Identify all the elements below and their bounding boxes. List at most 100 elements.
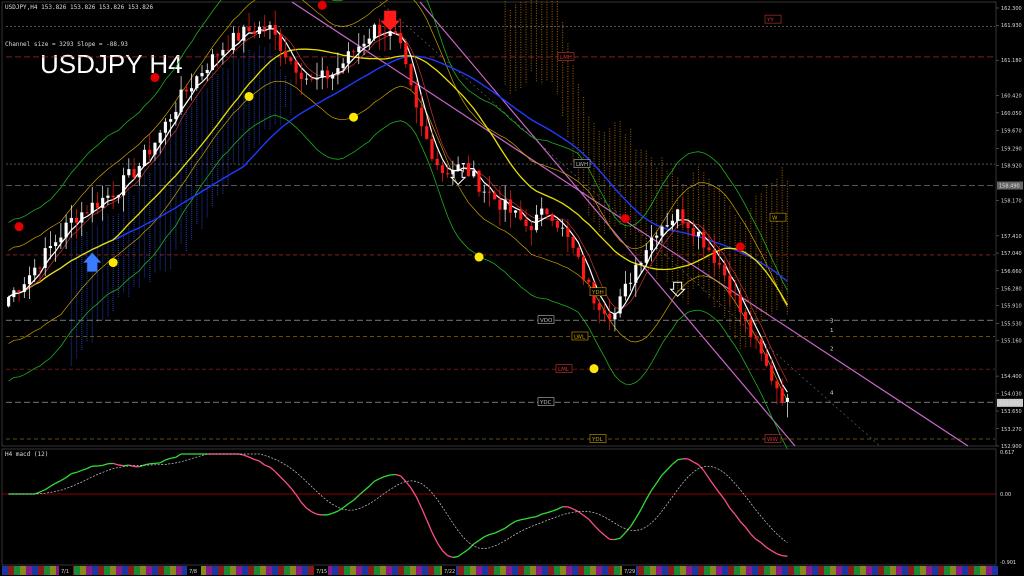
date-strip-cell xyxy=(572,566,578,575)
macd-line-segment xyxy=(170,456,176,459)
candle-body xyxy=(430,138,434,159)
date-strip-cell xyxy=(800,566,806,575)
sell-signal-icon xyxy=(317,0,327,10)
candle-body xyxy=(336,68,340,75)
candle-body xyxy=(90,202,94,214)
date-strip-cell xyxy=(854,566,860,575)
date-strip-cell xyxy=(266,566,272,575)
candle-body xyxy=(482,191,486,193)
date-strip-cell xyxy=(500,566,506,575)
date-strip-cell xyxy=(974,566,980,575)
candle-body xyxy=(446,173,450,175)
candle-body xyxy=(284,50,288,58)
candle-body xyxy=(780,388,784,402)
date-strip-cell xyxy=(242,566,248,575)
date-strip-cell xyxy=(224,566,230,575)
candle-body xyxy=(346,51,350,64)
channel-number: 4 xyxy=(830,391,834,397)
date-strip-cell xyxy=(374,566,380,575)
candle-body xyxy=(613,313,617,320)
candle-body xyxy=(498,199,502,210)
candle-body xyxy=(524,219,528,227)
candle-body xyxy=(200,73,204,77)
candle-body xyxy=(289,57,293,62)
date-strip-cell xyxy=(116,566,122,575)
date-strip-cell xyxy=(812,566,818,575)
channel-info: Channel size = 3293 Slope = -88.93 xyxy=(5,41,128,48)
date-strip-cell xyxy=(410,566,416,575)
date-strip-cell xyxy=(710,566,716,575)
macd-line-segment xyxy=(154,462,161,465)
candle-body xyxy=(69,217,73,223)
highlight-price-label: 158.490 xyxy=(999,184,1020,190)
date-strip-cell xyxy=(848,566,854,575)
date-strip-cell xyxy=(20,566,26,575)
date-strip-cell xyxy=(128,566,134,575)
date-strip-cell xyxy=(284,566,290,575)
date-strip-cell xyxy=(542,566,548,575)
candle-body xyxy=(226,49,230,51)
candle-body xyxy=(367,38,371,44)
candle-body xyxy=(341,63,345,69)
candle-body xyxy=(210,54,215,71)
price-tick-label: 155.910 xyxy=(1001,304,1022,310)
date-strip-cell xyxy=(776,566,782,575)
sell-signal-icon xyxy=(620,214,630,224)
date-strip-cell xyxy=(716,566,722,575)
candle-body xyxy=(153,142,157,155)
date-strip-cell xyxy=(170,566,176,575)
date-strip-cell xyxy=(302,566,308,575)
candle-body xyxy=(237,32,241,41)
date-strip-cell xyxy=(260,566,266,575)
date-strip-cell xyxy=(470,566,476,575)
candle-body xyxy=(85,212,89,214)
date-strip-cell xyxy=(836,566,842,575)
candle-body xyxy=(576,247,580,257)
date-strip-cell xyxy=(932,566,938,575)
date-strip-cell xyxy=(86,566,92,575)
date-strip-cell xyxy=(404,566,410,575)
candle-body xyxy=(101,197,105,208)
date-strip-cell xyxy=(578,566,584,575)
level-label-text: YDL xyxy=(591,437,604,443)
date-strip-cell xyxy=(2,566,8,575)
candle-body xyxy=(195,76,199,89)
candle-body xyxy=(247,26,251,32)
date-strip-cell xyxy=(692,566,698,575)
candle-body xyxy=(733,294,737,296)
candle-body xyxy=(477,170,481,192)
date-strip-cell xyxy=(494,566,500,575)
date-strip-cell xyxy=(896,566,902,575)
candle-body xyxy=(550,214,554,221)
macd-scale-mid: 0.00 xyxy=(1000,492,1011,498)
candle-body xyxy=(707,247,711,251)
candle-body xyxy=(38,267,42,269)
date-strip-cell xyxy=(176,566,182,575)
macd-scale-top: 0.617 xyxy=(1000,450,1014,456)
date-strip-cell xyxy=(530,566,536,575)
candle-body xyxy=(33,267,37,276)
date-strip-cell xyxy=(290,566,296,575)
candle-body xyxy=(587,279,591,283)
candle-body xyxy=(649,237,654,251)
date-strip-cell xyxy=(686,566,692,575)
date-strip-cell xyxy=(338,566,344,575)
date-strip-cell xyxy=(668,566,674,575)
buy-signal-icon xyxy=(474,252,484,262)
date-strip-cell xyxy=(956,566,962,575)
price-tick-label: 154.030 xyxy=(1001,391,1022,397)
candle-body xyxy=(566,227,570,237)
candle-body xyxy=(304,78,309,80)
candle-body xyxy=(325,70,330,79)
sell-signal-icon xyxy=(150,73,160,83)
date-strip-cell xyxy=(476,566,482,575)
candle-body xyxy=(315,77,319,80)
date-strip-cell xyxy=(206,566,212,575)
price-tick-label: 160.420 xyxy=(1001,94,1022,100)
date-strip-cell xyxy=(164,566,170,575)
date-strip-cell xyxy=(638,566,644,575)
price-tick-label: 160.050 xyxy=(1001,111,1022,117)
price-tick-label: 159.290 xyxy=(1001,146,1022,152)
candle-body xyxy=(378,24,382,35)
candle-body xyxy=(644,250,648,263)
